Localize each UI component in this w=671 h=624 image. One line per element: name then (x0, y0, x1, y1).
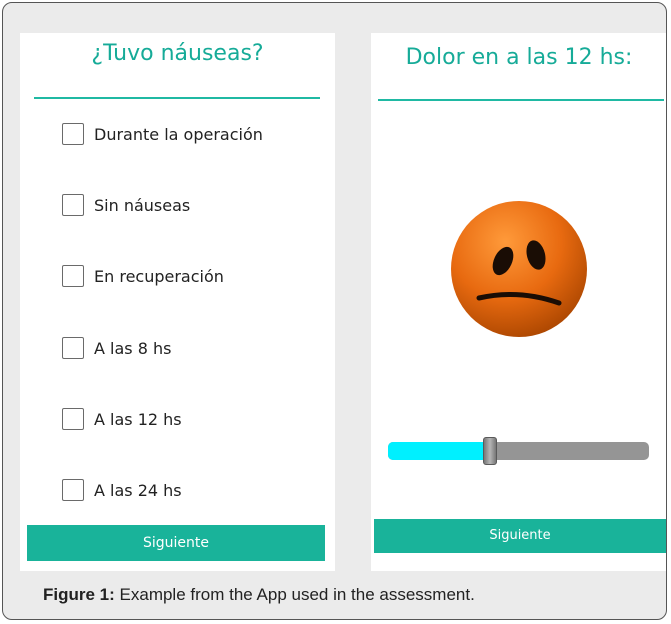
option-a-las-24-hs[interactable]: A las 24 hs (62, 477, 182, 503)
nausea-title: ¿Tuvo náuseas? (91, 41, 264, 66)
checkbox[interactable] (62, 408, 84, 430)
nausea-screen: ¿Tuvo náuseas? Durante la operación Sin … (20, 33, 335, 571)
option-label: A las 12 hs (94, 409, 182, 429)
caption-text: Example from the App used in the assessm… (114, 585, 475, 604)
checkbox[interactable] (62, 265, 84, 287)
pain-title: Dolor en a las 12 hs: (405, 45, 633, 70)
checkbox[interactable] (62, 479, 84, 501)
next-button[interactable]: Siguiente (27, 525, 325, 561)
option-a-las-12-hs[interactable]: A las 12 hs (62, 406, 182, 432)
next-button[interactable]: Siguiente (374, 519, 666, 553)
title-underline (34, 97, 320, 99)
option-a-las-8-hs[interactable]: A las 8 hs (62, 335, 171, 361)
caption-label: Figure 1: (43, 585, 115, 604)
checkbox[interactable] (62, 194, 84, 216)
title-underline (378, 99, 664, 101)
pain-slider-fill (388, 442, 490, 460)
pain-slider-thumb[interactable] (482, 437, 497, 465)
option-sin-nauseas[interactable]: Sin náuseas (62, 192, 190, 218)
figure-caption: Figure 1: Example from the App used in t… (43, 585, 475, 605)
option-label: En recuperación (94, 266, 224, 286)
pain-slider-track[interactable] (388, 442, 649, 460)
checkbox[interactable] (62, 337, 84, 359)
pain-screen: Dolor en a las 12 hs: Siguiente (371, 33, 666, 571)
option-label: A las 8 hs (94, 338, 172, 358)
checkbox[interactable] (62, 123, 84, 145)
option-label: Durante la operación (94, 124, 263, 144)
figure-frame: ¿Tuvo náuseas? Durante la operación Sin … (2, 2, 667, 620)
option-durante-la-operacion[interactable]: Durante la operación (62, 121, 263, 147)
option-label: A las 24 hs (94, 480, 182, 500)
option-en-recuperacion[interactable]: En recuperación (62, 263, 224, 289)
option-label: Sin náuseas (94, 195, 191, 215)
uneasy-face-icon (449, 199, 589, 344)
